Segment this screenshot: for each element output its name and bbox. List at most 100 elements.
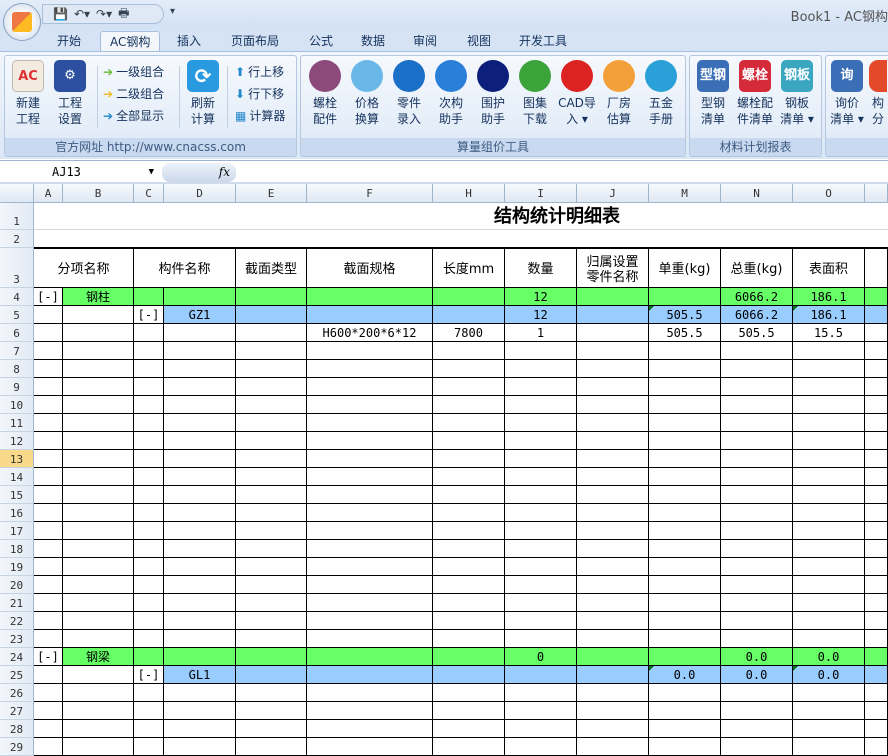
cell-N26[interactable] (721, 684, 793, 702)
cell-N5[interactable]: 6066.2 (721, 306, 793, 324)
cell-F16[interactable] (307, 504, 433, 522)
cell-B17[interactable] (63, 522, 134, 540)
undo-icon[interactable]: ↶▾ (74, 7, 90, 21)
cell-H12[interactable] (433, 432, 505, 450)
cell-N22[interactable] (721, 612, 793, 630)
cell-A24[interactable]: [-] (34, 648, 63, 666)
cell-F29[interactable] (307, 738, 433, 756)
column-header[interactable]: C (134, 184, 164, 203)
cell-N23[interactable] (721, 630, 793, 648)
cell-A16[interactable] (34, 504, 63, 522)
cell-E25[interactable] (236, 666, 307, 684)
cell-P12[interactable] (865, 432, 888, 450)
cell-N9[interactable] (721, 378, 793, 396)
cell-P7[interactable] (865, 342, 888, 360)
row-header[interactable]: 4 (0, 288, 34, 306)
cell-P17[interactable] (865, 522, 888, 540)
cell-B4[interactable]: 钢柱 (63, 288, 134, 306)
cell-E24[interactable] (236, 648, 307, 666)
cell-E23[interactable] (236, 630, 307, 648)
cell-O4[interactable]: 186.1 (793, 288, 865, 306)
cell-M24[interactable] (649, 648, 721, 666)
cell-N19[interactable] (721, 558, 793, 576)
cell-C10[interactable] (134, 396, 164, 414)
cell-O26[interactable] (793, 684, 865, 702)
cell-C8[interactable] (134, 360, 164, 378)
ribbon-button[interactable]: 螺栓 配件 (306, 60, 344, 127)
cell-F25[interactable] (307, 666, 433, 684)
cell-D15[interactable] (164, 486, 236, 504)
cell-O6[interactable]: 15.5 (793, 324, 865, 342)
cell-N17[interactable] (721, 522, 793, 540)
cell-B23[interactable] (63, 630, 134, 648)
cell-O27[interactable] (793, 702, 865, 720)
cell-I13[interactable] (505, 450, 577, 468)
cell-P8[interactable] (865, 360, 888, 378)
tab-2[interactable]: 插入 (168, 31, 210, 52)
cell-N4[interactable]: 6066.2 (721, 288, 793, 306)
cell-D16[interactable] (164, 504, 236, 522)
row-header[interactable]: 8 (0, 360, 34, 378)
cell-H7[interactable] (433, 342, 505, 360)
cell-A20[interactable] (34, 576, 63, 594)
cell-D8[interactable] (164, 360, 236, 378)
cell-C19[interactable] (134, 558, 164, 576)
row-header[interactable]: 11 (0, 414, 34, 432)
cell-B28[interactable] (63, 720, 134, 738)
move-up-button[interactable]: ⬆ 行上移 (235, 62, 284, 82)
row-header[interactable]: 16 (0, 504, 34, 522)
cell-C24[interactable] (134, 648, 164, 666)
cell-C23[interactable] (134, 630, 164, 648)
row-header[interactable]: 19 (0, 558, 34, 576)
cell-J24[interactable] (577, 648, 649, 666)
cell-P5[interactable] (865, 306, 888, 324)
cell-M6[interactable]: 505.5 (649, 324, 721, 342)
cell-P19[interactable] (865, 558, 888, 576)
column-header[interactable]: A (34, 184, 63, 203)
cell-C21[interactable] (134, 594, 164, 612)
cell-P23[interactable] (865, 630, 888, 648)
cell-O16[interactable] (793, 504, 865, 522)
cell-I8[interactable] (505, 360, 577, 378)
cell-A15[interactable] (34, 486, 63, 504)
row-header[interactable]: 18 (0, 540, 34, 558)
calculator-button[interactable]: ▦ 计算器 (235, 106, 285, 126)
cell-N14[interactable] (721, 468, 793, 486)
cell-P22[interactable] (865, 612, 888, 630)
cell-M28[interactable] (649, 720, 721, 738)
cell-M9[interactable] (649, 378, 721, 396)
cell-M13[interactable] (649, 450, 721, 468)
cell-J27[interactable] (577, 702, 649, 720)
cell-F8[interactable] (307, 360, 433, 378)
cell-O14[interactable] (793, 468, 865, 486)
cell-M21[interactable] (649, 594, 721, 612)
cell-J21[interactable] (577, 594, 649, 612)
cell-J12[interactable] (577, 432, 649, 450)
cell-H15[interactable] (433, 486, 505, 504)
cell-O25[interactable]: 0.0 (793, 666, 865, 684)
save-icon[interactable]: 💾 (53, 7, 68, 21)
cell-I11[interactable] (505, 414, 577, 432)
cell-B5[interactable] (63, 306, 134, 324)
cell-D18[interactable] (164, 540, 236, 558)
cell-H22[interactable] (433, 612, 505, 630)
ribbon-button[interactable]: 询询价 清单 ▾ (828, 60, 866, 127)
column-header[interactable]: I (505, 184, 577, 203)
cell-H24[interactable] (433, 648, 505, 666)
cell-M26[interactable] (649, 684, 721, 702)
cell-C26[interactable] (134, 684, 164, 702)
cell-O21[interactable] (793, 594, 865, 612)
cell-E18[interactable] (236, 540, 307, 558)
cell-H4[interactable] (433, 288, 505, 306)
cell-M23[interactable] (649, 630, 721, 648)
cell-P24[interactable] (865, 648, 888, 666)
cell-E17[interactable] (236, 522, 307, 540)
redo-icon[interactable]: ↷▾ (96, 7, 112, 21)
cell-O12[interactable] (793, 432, 865, 450)
cell-F15[interactable] (307, 486, 433, 504)
fx-button[interactable]: fx (162, 163, 236, 182)
cell-P21[interactable] (865, 594, 888, 612)
tab-8[interactable]: 开发工具 (510, 31, 576, 52)
cell-I10[interactable] (505, 396, 577, 414)
cell-E8[interactable] (236, 360, 307, 378)
